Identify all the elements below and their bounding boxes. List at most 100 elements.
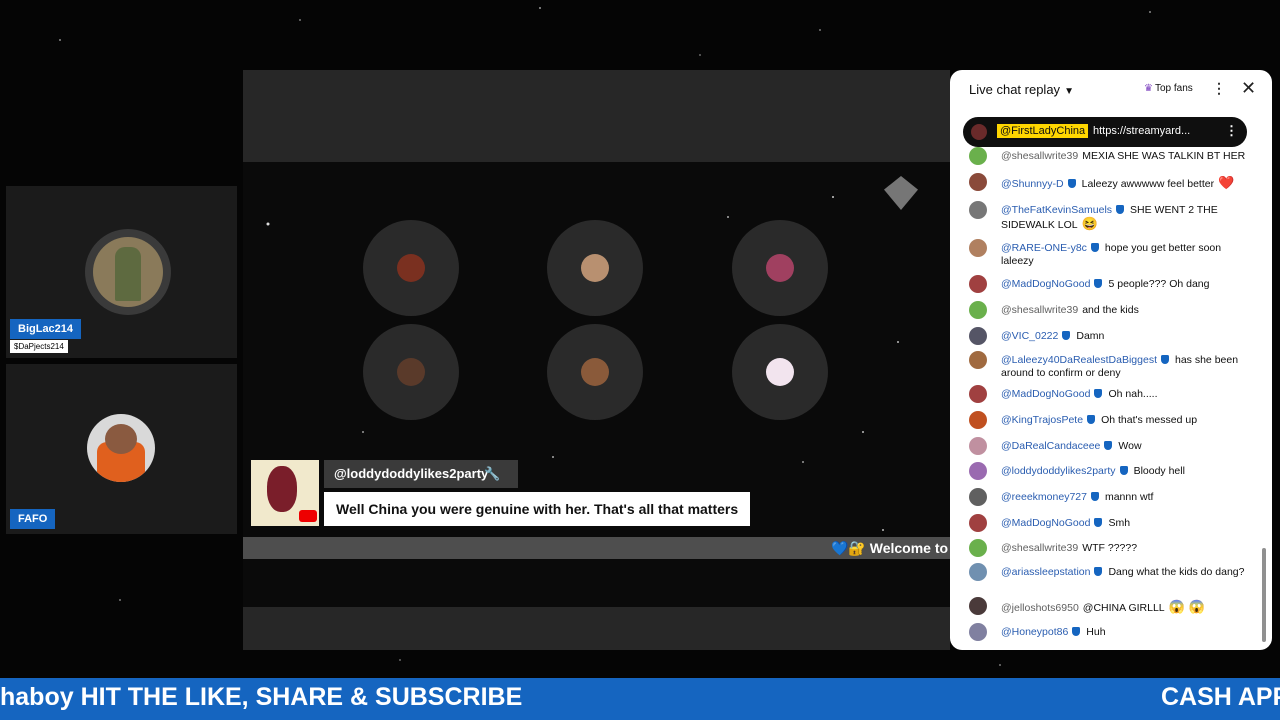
avatar	[969, 623, 987, 641]
chat-author[interactable]: @KingTrajosPete	[1001, 414, 1083, 426]
chat-author[interactable]: @shesallwrite39	[1001, 304, 1078, 316]
avatar	[971, 124, 987, 140]
chat-message-body: @MadDogNoGood Oh nah.....	[1001, 388, 1246, 401]
youtube-icon	[299, 510, 317, 522]
guest-camera-1[interactable]	[363, 220, 459, 316]
avatar	[969, 597, 987, 615]
avatar	[969, 514, 987, 532]
more-options-icon[interactable]: ⋮	[1225, 123, 1238, 139]
pinned-author: @FirstLadyChina	[997, 124, 1089, 138]
avatar	[969, 437, 987, 455]
chat-message-body: @MadDogNoGood Smh	[1001, 517, 1246, 530]
chat-text: MEXIA SHE WAS TALKIN BT HER	[1082, 150, 1246, 162]
chat-message-body: @TheFatKevinSamuels SHE WENT 2 THE SIDEWA…	[1001, 204, 1246, 232]
emoji-icon: ❤️	[1218, 175, 1235, 190]
chat-title-label: Live chat replay	[969, 82, 1061, 97]
chat-author[interactable]: @VIC_0222	[1001, 330, 1058, 342]
avatar	[969, 385, 987, 403]
chat-text: Laleezy awwwww feel better	[1081, 178, 1215, 190]
chat-scrollbar[interactable]	[1262, 548, 1266, 642]
guest-camera-6[interactable]	[732, 324, 828, 420]
emoji-icon: 😱 😱	[1168, 599, 1205, 614]
chat-mode-dropdown[interactable]: Live chat replay ▼	[969, 82, 1074, 97]
chat-text: Oh that's messed up	[1101, 414, 1198, 426]
banner-text-right: CASH APP	[1161, 683, 1280, 711]
participant-tile-biglac214[interactable]: BigLac214 $DaPjects214	[6, 186, 237, 358]
chat-message-body: @ariassleepstation Dang what the kids do …	[1001, 566, 1246, 579]
chat-author[interactable]: @reeekmoney727	[1001, 491, 1087, 503]
participant-avatar	[85, 229, 171, 315]
avatar	[969, 539, 987, 557]
avatar	[969, 563, 987, 581]
chat-message-body: @DaRealCandaceee Wow	[1001, 440, 1246, 453]
member-badge-icon	[1104, 441, 1113, 450]
chat-message-body: @Laleezy40DaRealestDaBiggest has she been…	[1001, 354, 1246, 380]
chat-author[interactable]: @jelloshots6950	[1001, 602, 1079, 614]
ticker-bar: 💙🔐 Welcome to	[243, 537, 950, 559]
chat-author[interactable]: @TheFatKevinSamuels	[1001, 204, 1112, 216]
pinned-message[interactable]: @FirstLadyChina https://streamyard... ⋮	[963, 117, 1247, 147]
chat-author[interactable]: @MadDogNoGood	[1001, 517, 1090, 529]
chat-text: Wow	[1118, 440, 1142, 452]
member-badge-icon	[1119, 466, 1128, 475]
chat-text: Bloody hell	[1133, 465, 1185, 477]
close-icon[interactable]: ✕	[1241, 78, 1256, 99]
chat-text: Damn	[1076, 330, 1105, 342]
chat-author[interactable]: @loddydoddylikes2party	[1001, 465, 1116, 477]
member-badge-icon	[1090, 243, 1099, 252]
live-chat-panel: Live chat replay ▼ ♛ Top fans ⋮ ✕ @FirstLa…	[950, 70, 1272, 650]
chat-message-body: @VIC_0222 Damn	[1001, 330, 1246, 343]
chat-author[interactable]: @MadDogNoGood	[1001, 278, 1090, 290]
wrench-icon: 🔧	[484, 466, 501, 481]
member-badge-icon	[1087, 415, 1096, 424]
chat-text: @CHINA GIRLLL	[1082, 602, 1165, 614]
chat-message-body: @shesallwrite39 MEXIA SHE WAS TALKIN BT H…	[1001, 150, 1246, 163]
chat-message-body: @RARE-ONE-y8c hope you get better soon la…	[1001, 242, 1246, 268]
chat-author[interactable]: @shesallwrite39	[1001, 150, 1078, 162]
chat-text: WTF ?????	[1082, 542, 1138, 554]
chat-author[interactable]: @Shunnyy-D	[1001, 178, 1064, 190]
chat-text: and the kids	[1082, 304, 1139, 316]
avatar	[969, 327, 987, 345]
crown-icon: ♛	[1144, 83, 1153, 94]
avatar	[969, 275, 987, 293]
chat-message-body: @Shunnyy-D Laleezy awwwww feel better ❤️	[1001, 176, 1246, 191]
chat-author[interactable]: @Laleezy40DaRealestDaBiggest	[1001, 354, 1157, 366]
avatar	[969, 147, 987, 165]
participant-name-tag: FAFO	[10, 509, 56, 529]
top-fans-label: Top fans	[1154, 83, 1193, 94]
chat-header: Live chat replay ▼ ♛ Top fans ⋮ ✕	[950, 70, 1272, 110]
chat-text: mannn wtf	[1104, 491, 1154, 503]
chat-author[interactable]: @RARE-ONE-y8c	[1001, 242, 1087, 254]
chat-author[interactable]: @shesallwrite39	[1001, 542, 1078, 554]
guest-camera-4[interactable]	[363, 324, 459, 420]
chat-author[interactable]: @ariassleepstation	[1001, 566, 1090, 578]
guest-camera-2[interactable]	[547, 220, 643, 316]
chat-message-body: @reeekmoney727 mannn wtf	[1001, 491, 1246, 504]
participant-avatar	[87, 414, 155, 482]
guest-camera-3[interactable]	[732, 220, 828, 316]
participant-name-tag: BigLac214	[10, 319, 82, 339]
chat-author[interactable]: @MadDogNoGood	[1001, 388, 1090, 400]
chat-author[interactable]: @DaRealCandaceee	[1001, 440, 1100, 452]
chat-message-body: @shesallwrite39 WTF ?????	[1001, 542, 1246, 555]
pinned-text[interactable]: https://streamyard...	[1093, 125, 1190, 137]
chat-message-body: @Honeypot86 Huh	[1001, 626, 1246, 639]
top-fans-button[interactable]: ♛ Top fans	[1144, 83, 1193, 94]
ticker-text: 💙🔐 Welcome to	[831, 540, 949, 556]
chat-text: Huh	[1086, 626, 1106, 638]
more-options-icon[interactable]: ⋮	[1212, 80, 1226, 97]
guest-camera-5[interactable]	[547, 324, 643, 420]
chat-author[interactable]: @Honeypot86	[1001, 626, 1068, 638]
member-badge-icon	[1062, 331, 1071, 340]
chevron-down-icon: ▼	[1064, 86, 1074, 97]
chat-text: Smh	[1108, 517, 1131, 529]
avatar	[969, 462, 987, 480]
participant-tile-fafo[interactable]: FAFO	[6, 364, 237, 534]
member-badge-icon	[1072, 627, 1081, 636]
avatar	[969, 411, 987, 429]
emoji-icon: 😆	[1081, 216, 1098, 231]
chat-text: 5 people??? Oh dang	[1108, 278, 1210, 290]
avatar	[969, 173, 987, 191]
avatar	[969, 201, 987, 219]
